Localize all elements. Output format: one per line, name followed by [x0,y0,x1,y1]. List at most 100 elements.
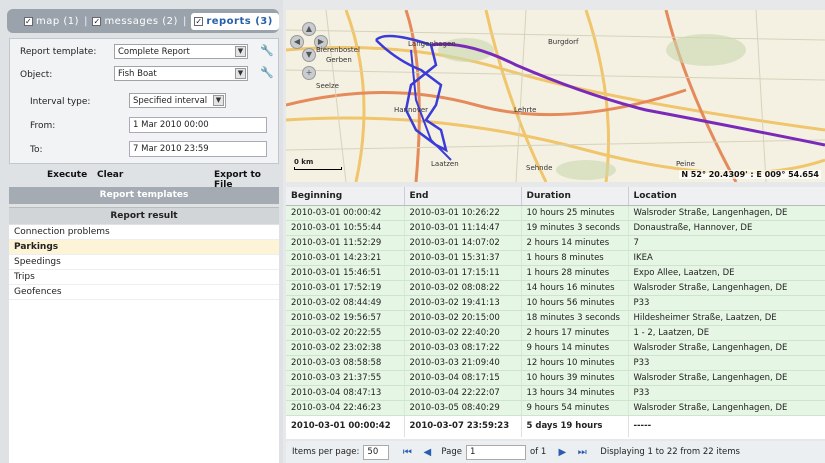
table-cell: IKEA [628,250,825,266]
map-view[interactable]: ▲ ◀ ▶ ▼ + Bierenbostel Gerben Langenhage… [286,10,825,182]
interval-select-value: Specified interval [133,96,208,106]
table-cell: 2010-03-01 15:31:37 [404,250,522,266]
col-beginning[interactable]: Beginning [286,187,405,206]
total-end: 2010-03-07 23:59:23 [404,415,522,437]
table-row[interactable]: 2010-03-03 08:58:58 2010-03-03 21:09:40 12… [286,355,825,371]
pan-down-icon[interactable]: ▼ [302,48,316,62]
table-row[interactable]: 2010-03-04 22:46:23 2010-03-05 08:40:29 9 … [286,400,825,416]
prev-page-icon[interactable]: ◀ [417,447,437,458]
table-cell: 2010-03-02 20:15:00 [404,310,522,326]
table-row[interactable]: 2010-03-02 08:44:49 2010-03-02 19:41:13 10… [286,295,825,311]
table-cell: 2010-03-01 17:52:19 [286,280,405,296]
chevron-down-icon[interactable]: ▼ [235,46,246,57]
result-item-trips[interactable]: Trips [9,270,279,285]
map-place-label: Burgdorf [548,38,579,46]
result-item-parkings[interactable]: Parkings [9,240,279,255]
table-row[interactable]: 2010-03-02 23:02:38 2010-03-03 08:17:22 9 … [286,340,825,356]
pan-left-icon[interactable]: ◀ [290,35,304,49]
clear-button[interactable]: Clear [97,170,123,180]
zoom-in-icon[interactable]: + [302,66,316,80]
table-cell: Walsroder Straße, Langenhagen, DE [628,340,825,356]
table-cell: 2010-03-01 00:00:42 [286,205,405,221]
col-duration[interactable]: Duration [521,187,629,206]
tab-separator: | [84,15,88,27]
left-panel: ✓ map (1) | ✓ messages (2) | ✓ reports (… [0,0,283,463]
table-cell: 2010-03-01 15:46:51 [286,265,405,281]
table-cell: Walsroder Straße, Langenhagen, DE [628,205,825,221]
table-row[interactable]: 2010-03-02 20:22:55 2010-03-02 22:40:20 2 … [286,325,825,341]
table-cell: 10 hours 56 minutes [521,295,629,311]
table-cell: 2010-03-03 21:37:55 [286,370,405,386]
col-end[interactable]: End [404,187,522,206]
table-cell: 9 hours 54 minutes [521,400,629,416]
table-row[interactable]: 2010-03-01 15:46:51 2010-03-01 17:15:11 1 … [286,265,825,281]
to-input[interactable]: 7 Mar 2010 23:59 [129,141,267,157]
table-row[interactable]: 2010-03-02 19:56:57 2010-03-02 20:15:00 18… [286,310,825,326]
wrench-icon[interactable]: 🔧 [260,66,274,79]
from-label: From: [30,121,56,131]
table-cell: 18 minutes 3 seconds [521,310,629,326]
report-table: Beginning End Duration Location 2010-03-… [286,187,825,439]
table-cell: Walsroder Straße, Langenhagen, DE [628,370,825,386]
result-item-geofences[interactable]: Geofences [9,285,279,300]
table-row[interactable]: 2010-03-01 17:52:19 2010-03-02 08:08:22 14… [286,280,825,296]
result-item-connection-problems[interactable]: Connection problems [9,225,279,240]
table-cell: 1 hours 28 minutes [521,265,629,281]
table-row[interactable]: 2010-03-01 00:00:42 2010-03-01 10:26:22 10… [286,205,825,221]
table-cell: 2010-03-01 14:23:21 [286,250,405,266]
map-place-label: Gerben [326,56,352,64]
table-cell: 2010-03-04 08:17:15 [404,370,522,386]
table-cell: 13 hours 34 minutes [521,385,629,401]
map-scale-bar [294,167,342,170]
template-select-value: Complete Report [118,47,190,57]
table-cell: 2 hours 17 minutes [521,325,629,341]
table-row[interactable]: 2010-03-04 08:47:13 2010-03-04 22:22:07 13… [286,385,825,401]
next-page-icon[interactable]: ▶ [552,447,572,458]
last-page-icon[interactable]: ⏭ [572,447,592,458]
wrench-icon[interactable]: 🔧 [260,44,274,57]
tab-messages-checkbox[interactable]: ✓ [92,16,102,26]
table-cell: Expo Allee, Laatzen, DE [628,265,825,281]
map-canvas [286,10,825,182]
table-cell: 2 hours 14 minutes [521,235,629,251]
tab-map[interactable]: ✓ map (1) [24,16,79,27]
map-scale-label: 0 km [294,158,314,166]
table-cell: 2010-03-02 19:56:57 [286,310,405,326]
tab-messages[interactable]: ✓ messages (2) [92,16,178,27]
page-of-label: of 1 [529,447,547,457]
table-cell: 2010-03-01 17:15:11 [404,265,522,281]
report-templates-header[interactable]: Report templates [9,187,279,204]
chevron-down-icon[interactable]: ▼ [213,95,224,106]
table-cell: 1 - 2, Laatzen, DE [628,325,825,341]
from-input[interactable]: 1 Mar 2010 00:00 [129,117,267,133]
interval-select[interactable]: Specified interval ▼ [129,93,226,108]
table-cell: 2010-03-03 21:09:40 [404,355,522,371]
pan-up-icon[interactable]: ▲ [302,22,316,36]
table-cell: 2010-03-01 11:14:47 [404,220,522,236]
table-row[interactable]: 2010-03-03 21:37:55 2010-03-04 08:17:15 10… [286,370,825,386]
tab-reports-checkbox[interactable]: ✓ [194,16,204,26]
table-row[interactable]: 2010-03-01 11:52:29 2010-03-01 14:07:02 2 … [286,235,825,251]
table-cell: 2010-03-03 08:58:58 [286,355,405,371]
items-per-page-select[interactable]: 50 [363,444,390,460]
table-cell: 10 hours 25 minutes [521,205,629,221]
object-select[interactable]: Fish Boat ▼ [114,66,248,81]
execute-button[interactable]: Execute [47,170,87,180]
chevron-down-icon[interactable]: ▼ [235,68,246,79]
table-cell: 2010-03-04 22:46:23 [286,400,405,416]
table-cell: 2010-03-02 22:40:20 [404,325,522,341]
table-cell: P33 [628,355,825,371]
page-input[interactable]: 1 [465,444,526,460]
table-cell: 14 hours 16 minutes [521,280,629,296]
map-place-label: Peine [676,160,695,168]
result-item-speedings[interactable]: Speedings [9,255,279,270]
tab-reports[interactable]: ✓ reports (3) [191,12,279,30]
table-row[interactable]: 2010-03-01 14:23:21 2010-03-01 15:31:37 1 … [286,250,825,266]
col-location[interactable]: Location [628,187,825,206]
tab-map-checkbox[interactable]: ✓ [24,16,33,26]
first-page-icon[interactable]: ⏮ [397,447,417,458]
report-result-header[interactable]: Report result [9,207,279,224]
table-cell: 2010-03-04 22:22:07 [404,385,522,401]
template-select[interactable]: Complete Report ▼ [114,44,248,59]
table-row[interactable]: 2010-03-01 10:55:44 2010-03-01 11:14:47 19… [286,220,825,236]
